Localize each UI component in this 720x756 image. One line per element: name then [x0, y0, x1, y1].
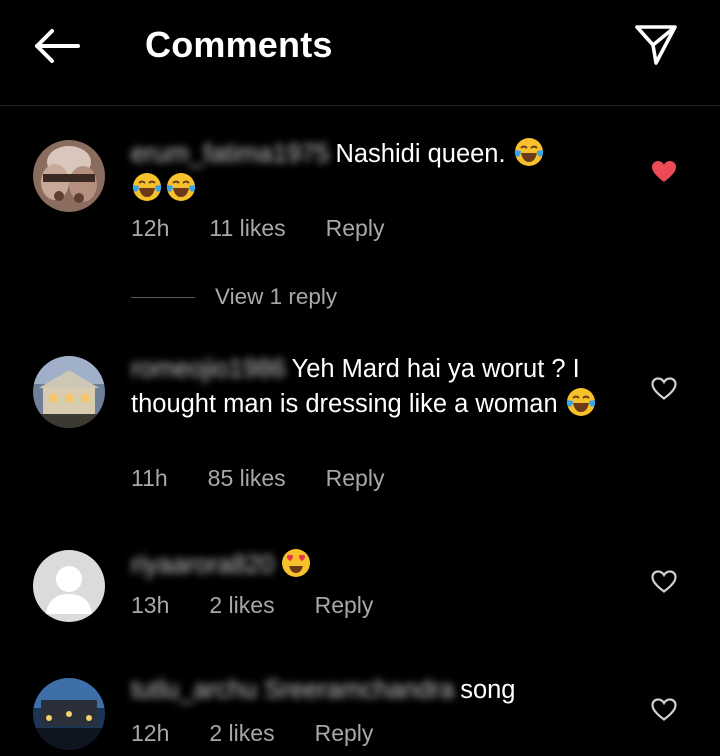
comment-username[interactable]: erum_fatima1975 [131, 138, 329, 171]
comment-meta: 11h 85 likes Reply [131, 465, 424, 492]
heart-outline-icon [651, 698, 677, 721]
header: Comments [0, 0, 720, 106]
heart-eyes-emoji-icon [280, 547, 312, 579]
comment-meta: 12h 11 likes Reply [131, 215, 424, 242]
reply-button[interactable]: Reply [315, 592, 374, 619]
comment-text: song [460, 676, 516, 704]
view-replies-button[interactable]: View 1 reply [131, 284, 337, 310]
paper-plane-icon [635, 25, 677, 65]
comment-time: 12h [131, 720, 170, 746]
comment-username[interactable]: tutlu_archu Sreeramchandra [131, 674, 454, 707]
like-button[interactable] [648, 156, 680, 188]
comment-username[interactable]: romeojio1986 [131, 353, 286, 386]
laughing-tears-emoji-icon [165, 171, 197, 203]
comment-body: erum_fatima1975 Nashidi queen. [131, 136, 631, 206]
view-replies-divider [131, 296, 195, 298]
share-button[interactable] [632, 22, 680, 68]
comment-body: riyaarora820 [131, 547, 631, 582]
avatar[interactable] [33, 678, 105, 750]
arrow-left-icon [35, 29, 80, 63]
comment-likes[interactable]: 11 likes [209, 215, 285, 242]
comment-body: romeojio1986 Yeh Mard hai ya worut ? I th… [131, 353, 631, 421]
comment-time: 11h [131, 465, 168, 491]
avatar[interactable] [33, 140, 105, 212]
laughing-tears-emoji-icon [565, 386, 597, 418]
avatar[interactable] [33, 550, 105, 622]
comment-meta: 13h 2 likes Reply [131, 592, 413, 619]
comment-likes[interactable]: 2 likes [209, 592, 274, 619]
back-button[interactable] [30, 26, 82, 66]
laughing-tears-emoji-icon [513, 136, 545, 168]
like-button[interactable] [648, 694, 680, 726]
reply-button[interactable]: Reply [326, 215, 385, 242]
page-title: Comments [145, 24, 333, 65]
heart-outline-icon [651, 377, 677, 400]
comment-username[interactable]: riyaarora820 [131, 549, 274, 582]
heart-outline-icon [651, 570, 677, 593]
comment-text: Nashidi queen. [335, 140, 506, 168]
comment-time: 12h [131, 215, 170, 241]
reply-button[interactable]: Reply [326, 465, 385, 492]
comment-likes[interactable]: 2 likes [209, 720, 274, 747]
heart-filled-icon [652, 161, 676, 182]
comment-likes[interactable]: 85 likes [208, 465, 286, 492]
view-replies-label: View 1 reply [215, 284, 338, 309]
laughing-tears-emoji-icon [131, 171, 163, 203]
avatar[interactable] [33, 356, 105, 428]
like-button[interactable] [648, 566, 680, 598]
reply-button[interactable]: Reply [315, 720, 374, 747]
comment-meta: 12h 2 likes Reply [131, 720, 413, 747]
comment-time: 13h [131, 592, 170, 618]
like-button[interactable] [648, 373, 680, 405]
comment-body: tutlu_archu Sreeramchandra song [131, 674, 631, 707]
